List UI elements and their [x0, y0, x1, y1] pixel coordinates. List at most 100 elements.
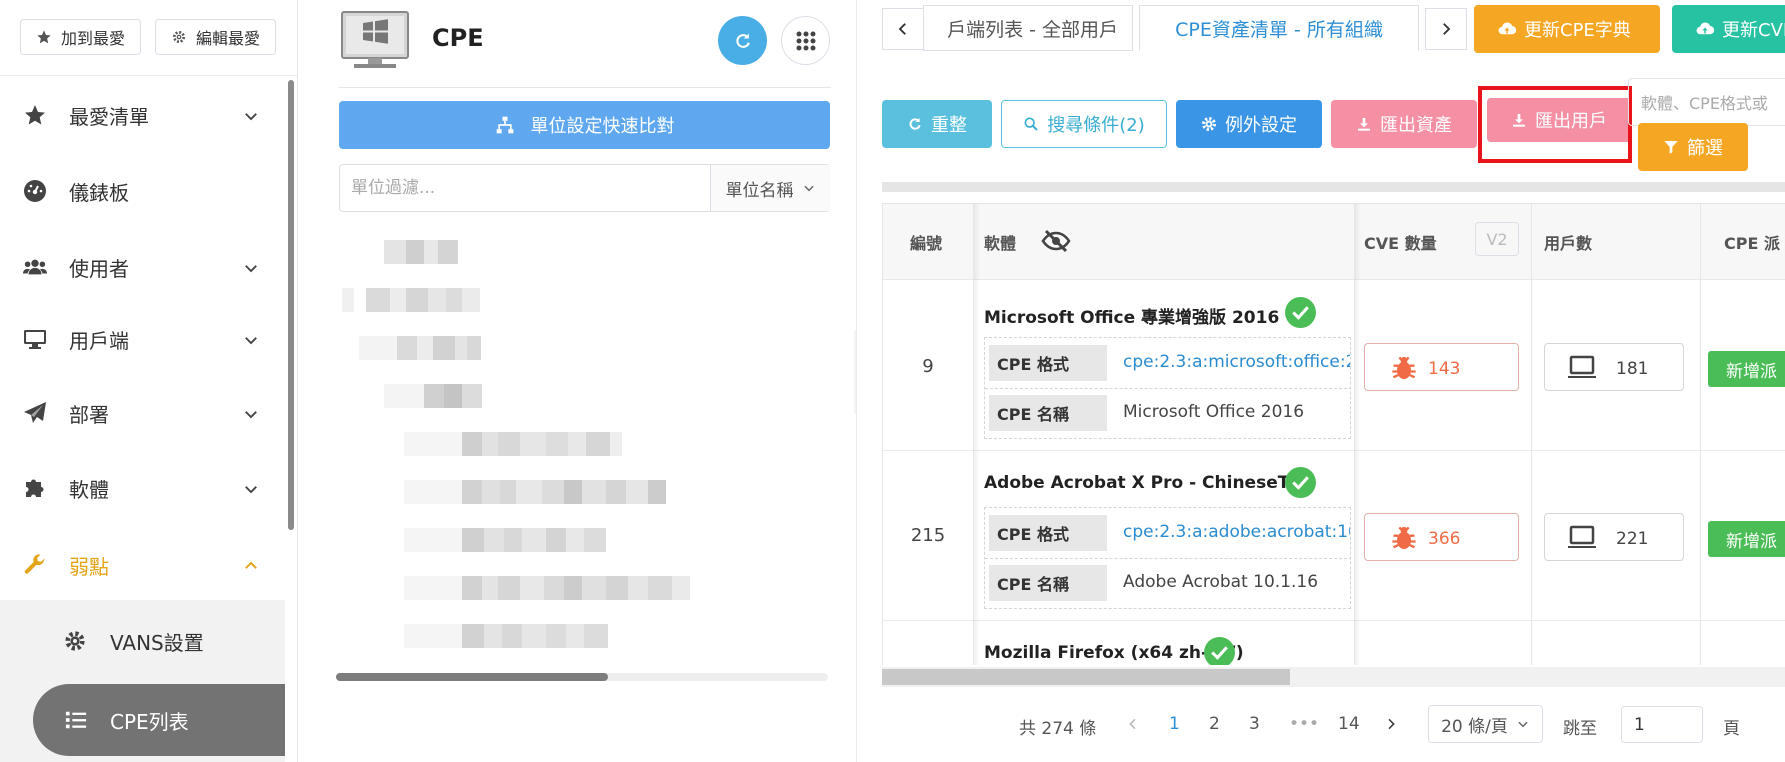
sidebar-item-dashboard[interactable]: 儀錶板: [0, 167, 285, 215]
tree-node-redacted[interactable]: [404, 576, 690, 600]
edit-favorite-button[interactable]: 編輯最愛: [155, 19, 276, 55]
page-button[interactable]: 3: [1249, 714, 1260, 734]
column-divider: [1531, 204, 1532, 665]
tab-scroll-left-button[interactable]: [882, 8, 924, 50]
sidebar-item-deploy[interactable]: 部署: [0, 389, 285, 437]
user-count-value: 221: [1616, 529, 1649, 549]
page-button[interactable]: 1: [1169, 714, 1180, 734]
unit-panel: CPE 單位設定快速比對 單位名稱: [314, 0, 854, 762]
sidebar-item-label: 軟體: [69, 477, 109, 502]
cpe-detail-box: CPE 格式 cpe:2.3:a:microsoft:office:20 CPE…: [984, 337, 1351, 439]
refresh-button[interactable]: [718, 16, 767, 65]
tree-node-redacted[interactable]: [384, 240, 458, 264]
unit-filter-select[interactable]: 單位名稱: [710, 165, 830, 211]
table-row: 9 Microsoft Office 專業增強版 2016 CPE 格式 cpe…: [883, 281, 1785, 451]
tab-client-list[interactable]: 戶端列表 - 全部用戶: [923, 5, 1133, 51]
tree-node-redacted[interactable]: [359, 336, 481, 360]
check-circle-icon: [1285, 467, 1316, 498]
eye-slash-icon[interactable]: [1041, 228, 1071, 254]
sidebar-subitem-cpe-list[interactable]: CPE列表: [33, 684, 285, 756]
gear-icon: [65, 631, 85, 651]
chevron-down-icon: [803, 185, 814, 192]
filter-button[interactable]: 篩選: [1638, 123, 1748, 171]
tab-scroll-right-button[interactable]: [1425, 8, 1467, 50]
wrench-icon: [22, 553, 48, 577]
column-header-id: 編號: [910, 234, 943, 253]
sidebar-item-label: 用戶端: [69, 328, 129, 353]
sidebar-scrollbar[interactable]: [288, 80, 294, 530]
chevron-left-icon[interactable]: [1125, 716, 1141, 732]
chevron-right-icon: [1443, 23, 1451, 35]
sidebar-item-clients[interactable]: 用戶端: [0, 315, 285, 363]
software-name: Microsoft Office 專業增強版 2016: [984, 308, 1280, 328]
cpe-format-link[interactable]: cpe:2.3:a:adobe:acrobat:10.: [1123, 522, 1350, 542]
dashboard-icon: [22, 179, 48, 203]
exception-settings-label: 例外設定: [1225, 115, 1297, 136]
sitemap-icon: [496, 116, 513, 134]
add-assignment-button[interactable]: 新增派: [1708, 351, 1785, 387]
page-ellipsis[interactable]: •••: [1289, 714, 1319, 734]
user-count-button[interactable]: 181: [1544, 343, 1684, 391]
tree-scrollbar-thumb[interactable]: [336, 673, 608, 681]
grid-dots-icon: [796, 31, 815, 50]
windows-monitor-icon: [341, 11, 409, 68]
jump-label: 跳至: [1563, 719, 1597, 739]
add-favorite-button[interactable]: 加到最愛: [20, 19, 141, 55]
exception-settings-button[interactable]: 例外設定: [1176, 100, 1322, 148]
tab-cpe-asset-list[interactable]: CPE資產清單 - 所有組織: [1139, 5, 1419, 51]
sidebar-item-software[interactable]: 軟體: [0, 464, 285, 512]
cpe-asset-panel: 戶端列表 - 全部用戶 CPE資產清單 - 所有組織 更新CPE字典 更新CVE…: [856, 0, 1785, 762]
search-conditions-button[interactable]: 搜尋條件(2): [1001, 100, 1167, 148]
chevron-right-icon[interactable]: [1383, 716, 1399, 732]
tree-node-redacted[interactable]: [404, 528, 606, 552]
tree-node-redacted[interactable]: [384, 384, 482, 408]
chevron-left-icon: [898, 23, 906, 35]
sidebar-item-label: 儀錶板: [69, 180, 129, 205]
tree-node-redacted[interactable]: [342, 288, 480, 312]
column-header-software[interactable]: 軟體: [984, 230, 1016, 254]
page-button[interactable]: 2: [1209, 714, 1220, 734]
software-search-input[interactable]: 軟體、CPE格式或: [1628, 78, 1785, 126]
column-divider: [1700, 204, 1701, 665]
update-cpe-dictionary-button[interactable]: 更新CPE字典: [1474, 5, 1660, 53]
divider: [0, 75, 297, 76]
cpe-format-link[interactable]: cpe:2.3:a:microsoft:office:20: [1123, 352, 1350, 372]
user-count-button[interactable]: 221: [1544, 513, 1684, 561]
desktop-icon: [22, 327, 48, 351]
cve-count-button[interactable]: 366: [1364, 513, 1519, 561]
reset-button[interactable]: 重整: [882, 100, 992, 148]
software-search-placeholder: 軟體、CPE格式或: [1641, 94, 1768, 113]
list-icon: [65, 711, 87, 729]
update-cpe-dictionary-label: 更新CPE字典: [1524, 20, 1631, 41]
page-button[interactable]: 14: [1338, 714, 1360, 734]
unit-quick-compare-button[interactable]: 單位設定快速比對: [339, 101, 830, 149]
cve-version-toggle[interactable]: V2: [1475, 222, 1519, 256]
sidebar-subitem-vans-settings[interactable]: VANS設置: [0, 613, 285, 669]
sidebar-item-users[interactable]: 使用者: [0, 243, 285, 291]
cve-count-button[interactable]: 143: [1364, 343, 1519, 391]
update-cve-button[interactable]: 更新CVE: [1672, 5, 1785, 53]
tree-node-redacted[interactable]: [404, 432, 622, 456]
page-size-select[interactable]: 20 條/頁: [1428, 705, 1543, 743]
sidebar-item-favorites[interactable]: 最愛清單: [0, 91, 285, 139]
jump-page-input[interactable]: [1621, 706, 1703, 743]
add-assignment-button[interactable]: 新增派: [1708, 521, 1785, 557]
sidebar-subitem-label: VANS設置: [110, 631, 204, 655]
unit-filter-input[interactable]: [340, 165, 710, 211]
toolbar-divider: [882, 182, 1785, 192]
tree-node-redacted[interactable]: [404, 480, 666, 504]
chevron-down-icon: [245, 113, 257, 121]
app-grid-button[interactable]: [781, 16, 830, 65]
reset-label: 重整: [931, 115, 967, 136]
table-scrollbar-thumb[interactable]: [882, 669, 1290, 685]
total-count: 共 274 條: [1019, 719, 1097, 739]
page-size-label: 20 條/頁: [1441, 716, 1508, 737]
cpe-format-key: CPE 格式: [989, 515, 1107, 551]
tab-label: CPE資產清單 - 所有組織: [1175, 18, 1383, 41]
cve-count-value: 366: [1428, 529, 1461, 549]
export-assets-button[interactable]: 匯出資產: [1331, 100, 1477, 148]
fixed-column-shadow: [1355, 204, 1361, 665]
sidebar-item-vulnerability[interactable]: 弱點: [0, 541, 285, 589]
download-icon: [1358, 118, 1370, 131]
tree-node-redacted[interactable]: [404, 624, 608, 648]
